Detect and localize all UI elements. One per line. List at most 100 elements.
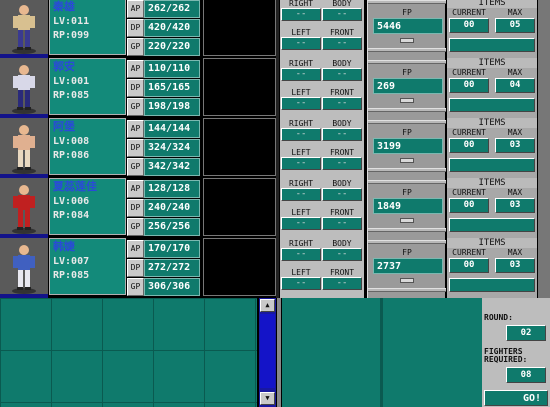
- equip-left-label: LEFT: [291, 208, 311, 217]
- fighter-info-panel[interactable]: 夏蕊莲佳 LV:006 RP:084: [49, 178, 126, 235]
- round-value: 02: [506, 325, 546, 341]
- fighter-row[interactable]: 夏蕊莲佳 LV:006 RP:084 AP 128/128 DP 240/240…: [0, 178, 550, 238]
- fp-ridge: [368, 0, 446, 4]
- equip-front-label: FRONT: [329, 148, 355, 157]
- stat-gp-label: GP: [127, 38, 144, 56]
- scroll-thumb[interactable]: [260, 314, 275, 388]
- fighter-info-panel[interactable]: 秦雄 LV:011 RP:099: [49, 0, 126, 55]
- fighter-sprite-icon: [12, 185, 36, 234]
- fighter-sprite-icon: [12, 65, 36, 114]
- scroll-up-button[interactable]: ▲: [260, 299, 275, 312]
- items-max-value: 03: [495, 258, 535, 273]
- fp-value: 3199: [373, 138, 443, 154]
- fighter-avatar[interactable]: [0, 238, 48, 298]
- fighter-portrait: [203, 238, 276, 296]
- stat-ap-label: AP: [127, 60, 144, 78]
- equip-body-slot[interactable]: --: [322, 8, 362, 21]
- fighter-rp: RP:084: [53, 210, 90, 221]
- equip-left-slot[interactable]: --: [281, 97, 321, 110]
- fighter-avatar[interactable]: [0, 58, 48, 118]
- fp-value: 269: [373, 78, 443, 94]
- fighter-name: 韩婕: [53, 240, 75, 253]
- fighter-info-panel[interactable]: 韩婕 LV:007 RP:085: [49, 238, 126, 295]
- fp-panel: FP 2737: [367, 238, 446, 298]
- fighter-stats: AP 262/262 DP 420/420 GP 220/220: [127, 0, 200, 56]
- stat-gp-label: GP: [127, 158, 144, 176]
- row-edge: [538, 238, 550, 298]
- equip-right-slot[interactable]: --: [281, 188, 321, 201]
- equip-body-slot[interactable]: --: [322, 68, 362, 81]
- equip-body-slot[interactable]: --: [322, 188, 362, 201]
- equip-body-label: BODY: [332, 239, 352, 248]
- fp-label: FP: [402, 248, 412, 257]
- items-max-label: MAX: [507, 128, 523, 137]
- stat-dp-value: 272/272: [144, 259, 200, 277]
- items-slot-bar[interactable]: [449, 158, 535, 172]
- fighters-required-label-2: REQUIRED:: [484, 355, 528, 364]
- equip-right-label: RIGHT: [288, 59, 314, 68]
- fighter-portrait: [203, 58, 276, 116]
- equip-front-slot[interactable]: --: [322, 217, 362, 230]
- fighter-row[interactable]: 阿堡 LV:008 RP:086 AP 144/144 DP 324/324 G…: [0, 118, 550, 178]
- stat-ap: AP 262/262: [127, 0, 200, 18]
- equip-left-slot[interactable]: --: [281, 37, 321, 50]
- fighter-avatar[interactable]: [0, 118, 48, 178]
- equip-right-slot[interactable]: --: [281, 128, 321, 141]
- equip-body-slot[interactable]: --: [322, 248, 362, 261]
- fp-label: FP: [402, 188, 412, 197]
- fighter-avatar[interactable]: [0, 178, 48, 238]
- equip-front-slot[interactable]: --: [322, 277, 362, 290]
- equip-left-slot[interactable]: --: [281, 157, 321, 170]
- equip-body-label: BODY: [332, 119, 352, 128]
- items-slot-bar[interactable]: [449, 38, 535, 52]
- stat-dp-value: 324/324: [144, 139, 200, 157]
- equipment-slots: RIGHT BODY -- -- LEFT FRONT -- --: [280, 58, 364, 118]
- equip-front-slot[interactable]: --: [322, 37, 362, 50]
- fp-notch: [400, 278, 414, 283]
- equip-body-label: BODY: [332, 0, 352, 8]
- fighter-sprite-icon: [12, 125, 36, 174]
- fighter-pool-grid[interactable]: [0, 298, 257, 407]
- equip-left-slot[interactable]: --: [281, 277, 321, 290]
- fp-ridge: [368, 60, 446, 64]
- fighter-info-panel[interactable]: 阿堡 LV:008 RP:086: [49, 118, 126, 175]
- fp-ridge: [368, 180, 446, 184]
- fighter-name: 夏蕊莲佳: [53, 180, 97, 193]
- stat-dp: DP 420/420: [127, 19, 200, 37]
- items-slot-bar[interactable]: [449, 98, 535, 112]
- selection-panel[interactable]: [282, 298, 482, 407]
- items-current-value: 00: [449, 78, 489, 93]
- equipment-slots: RIGHT BODY -- -- LEFT FRONT -- --: [280, 178, 364, 238]
- equip-right-slot[interactable]: --: [281, 248, 321, 261]
- items-slot-bar[interactable]: [449, 218, 535, 232]
- items-header: ITEMS: [447, 0, 537, 8]
- equip-front-slot[interactable]: --: [322, 97, 362, 110]
- stat-ap-value: 170/170: [144, 240, 200, 258]
- items-slot-bar[interactable]: [449, 278, 535, 292]
- fighter-row[interactable]: 韩婕 LV:007 RP:085 AP 170/170 DP 272/272 G…: [0, 238, 550, 298]
- equip-front-slot[interactable]: --: [322, 157, 362, 170]
- equip-right-slot[interactable]: --: [281, 8, 321, 21]
- items-header: ITEMS: [447, 238, 537, 248]
- fighter-row[interactable]: 秦雄 LV:011 RP:099 AP 262/262 DP 420/420 G…: [0, 0, 550, 58]
- equip-left-slot[interactable]: --: [281, 217, 321, 230]
- stat-ap-label: AP: [127, 120, 144, 138]
- pool-scrollbar[interactable]: ▲ ▼: [259, 298, 276, 407]
- fighter-info-panel[interactable]: 郭安 LV:001 RP:085: [49, 58, 126, 115]
- fp-value: 1849: [373, 198, 443, 214]
- fp-value: 2737: [373, 258, 443, 274]
- equip-right-slot[interactable]: --: [281, 68, 321, 81]
- items-header: ITEMS: [447, 58, 537, 68]
- scroll-down-button[interactable]: ▼: [260, 392, 275, 405]
- fighter-avatar[interactable]: [0, 0, 48, 58]
- divider: [276, 0, 279, 58]
- fighter-portrait: [203, 178, 276, 236]
- stat-gp-label: GP: [127, 278, 144, 296]
- fighter-row[interactable]: 郭安 LV:001 RP:085 AP 110/110 DP 165/165 G…: [0, 58, 550, 118]
- divider: [276, 238, 279, 298]
- fp-panel: FP 5446: [367, 0, 446, 58]
- stat-gp-value: 306/306: [144, 278, 200, 296]
- equip-body-slot[interactable]: --: [322, 128, 362, 141]
- equip-right-label: RIGHT: [288, 239, 314, 248]
- go-button[interactable]: GO!: [484, 390, 548, 406]
